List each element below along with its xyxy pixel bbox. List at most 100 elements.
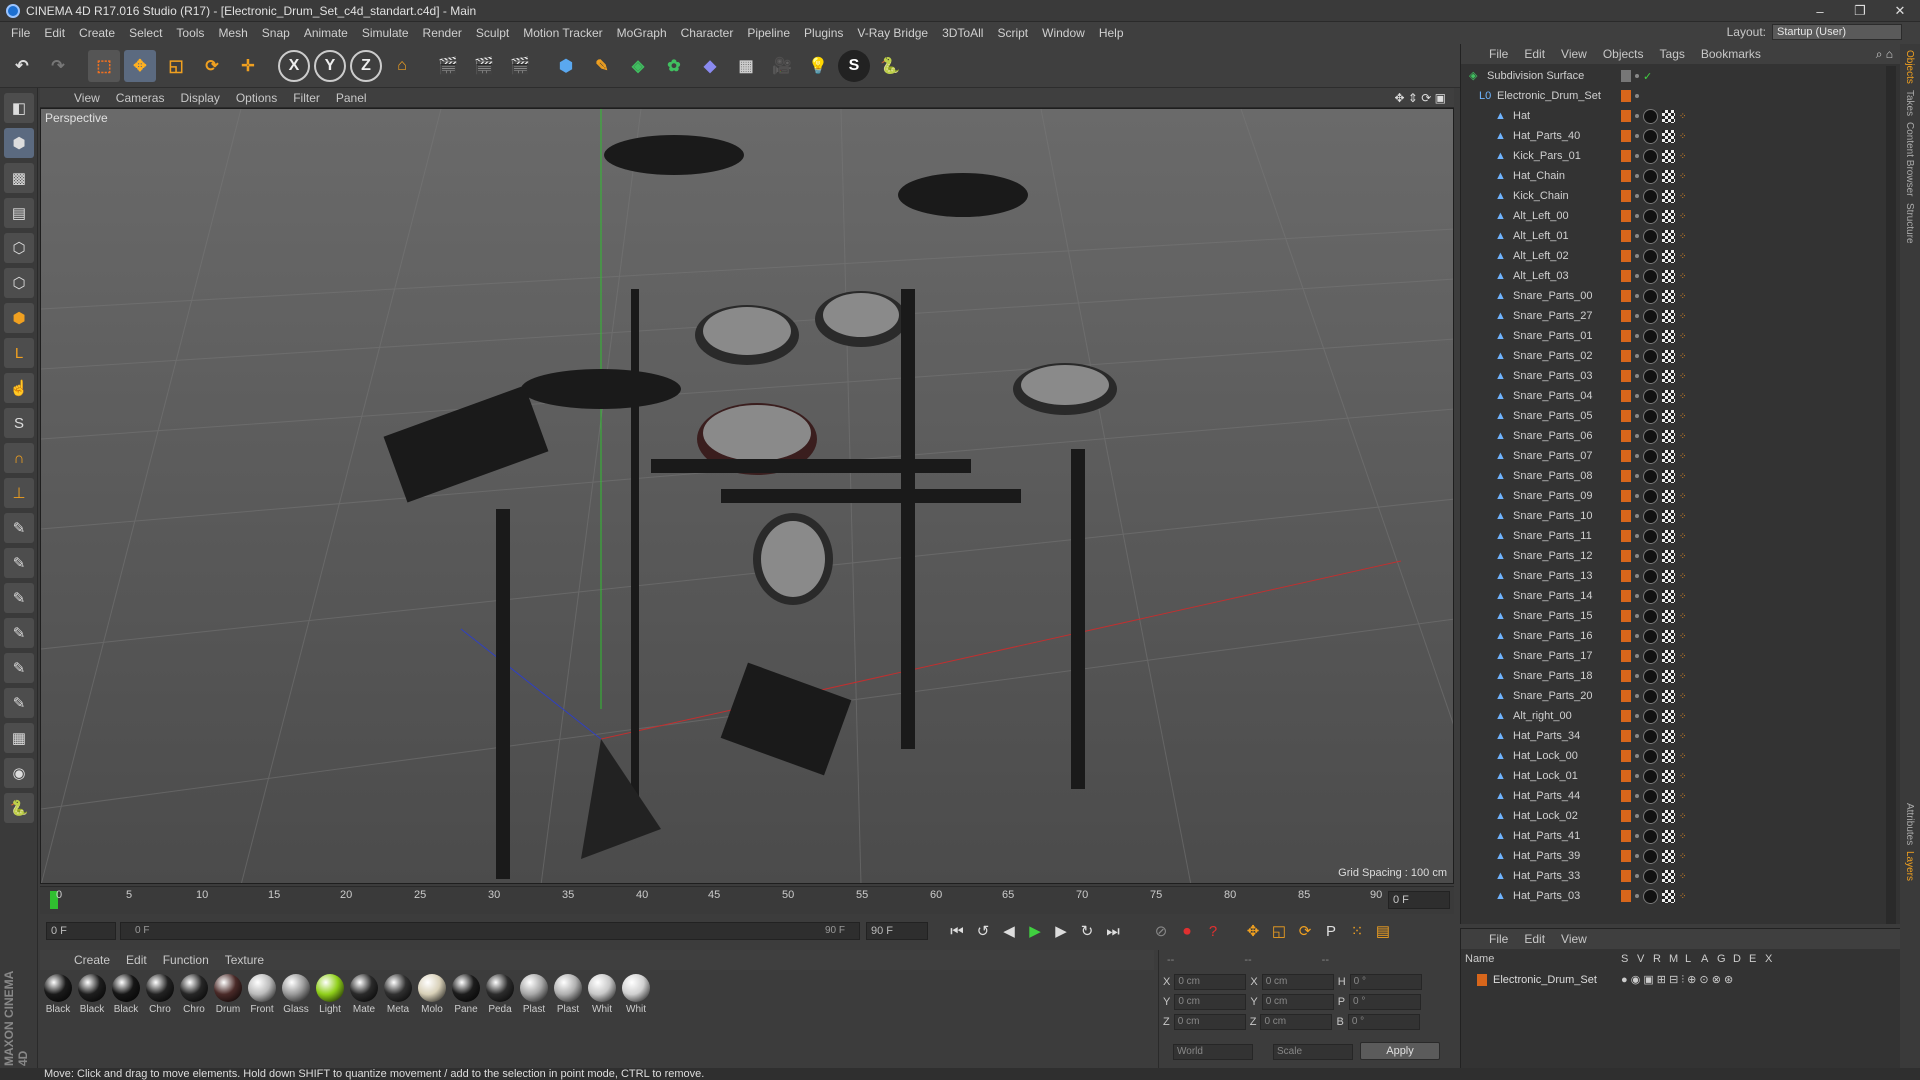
uvw-tag-icon[interactable] (1662, 309, 1675, 323)
phong-tag-icon[interactable]: ⁘ (1679, 231, 1687, 241)
visibility-dot[interactable] (1635, 334, 1639, 338)
uvw-tag-icon[interactable] (1662, 609, 1675, 623)
visibility-dot[interactable] (1635, 114, 1639, 118)
material-swatch[interactable]: Plast (518, 970, 550, 1070)
viewport-menu-view[interactable]: View (66, 91, 108, 105)
uvw-tag-icon[interactable] (1662, 749, 1675, 763)
object-row[interactable]: ▲ Hat_Parts_41 ⁘ (1461, 826, 1881, 846)
brush-tool-icon[interactable]: ✎ (4, 513, 34, 543)
uvw-tag-icon[interactable] (1662, 569, 1675, 583)
visibility-dot[interactable] (1635, 274, 1639, 278)
uvw-tag-icon[interactable] (1662, 449, 1675, 463)
side-tab-structure[interactable]: Structure (1904, 203, 1915, 244)
material-tag-icon[interactable] (1643, 388, 1658, 404)
z-position-field[interactable]: 0 cm (1173, 1014, 1246, 1030)
object-row[interactable]: ▲ Snare_Parts_01 ⁘ (1461, 326, 1881, 346)
side-tab-attributes[interactable]: Attributes (1904, 803, 1915, 845)
viewport-menu-panel[interactable]: Panel (328, 91, 375, 105)
uvw-tag-icon[interactable] (1662, 849, 1675, 863)
phong-tag-icon[interactable]: ⁘ (1679, 651, 1687, 661)
visibility-dot[interactable] (1635, 754, 1639, 758)
z-size-field[interactable]: 0 cm (1260, 1014, 1333, 1030)
render-settings-icon[interactable]: 🎬 (504, 50, 536, 82)
make-editable-icon[interactable]: ◧ (4, 93, 34, 123)
phong-tag-icon[interactable]: ⁘ (1679, 291, 1687, 301)
uvw-tag-icon[interactable] (1662, 229, 1675, 243)
undo-icon[interactable]: ↶ (6, 50, 38, 82)
phong-tag-icon[interactable]: ⁘ (1679, 111, 1687, 121)
visibility-dot[interactable] (1635, 674, 1639, 678)
viewport-menu-filter[interactable]: Filter (285, 91, 328, 105)
object-row[interactable]: ▲ Snare_Parts_27 ⁘ (1461, 306, 1881, 326)
menu-3dtoall[interactable]: 3DToAll (935, 26, 990, 40)
material-tag-icon[interactable] (1643, 448, 1658, 464)
paint-tool-icon[interactable]: ✎ (4, 548, 34, 578)
phong-tag-icon[interactable]: ⁘ (1679, 851, 1687, 861)
phong-tag-icon[interactable]: ⁘ (1679, 451, 1687, 461)
previous-frame-icon[interactable]: ◀ (996, 919, 1022, 943)
visibility-dot[interactable] (1635, 734, 1639, 738)
material-tag-icon[interactable] (1643, 368, 1658, 384)
key-pla-icon[interactable]: ⁙ (1344, 919, 1370, 943)
visibility-dot[interactable] (1635, 874, 1639, 878)
autokey-icon[interactable]: ? (1200, 919, 1226, 943)
phong-tag-icon[interactable]: ⁘ (1679, 711, 1687, 721)
next-frame-icon[interactable]: ▶ (1048, 919, 1074, 943)
object-row[interactable]: ▲ Snare_Parts_04 ⁘ (1461, 386, 1881, 406)
uvw-tag-icon[interactable] (1662, 769, 1675, 783)
layer-menu-view[interactable]: View (1553, 932, 1595, 946)
render-view-icon[interactable]: 🎬 (432, 50, 464, 82)
object-row[interactable]: ▲ Snare_Parts_00 ⁘ (1461, 286, 1881, 306)
menu-animate[interactable]: Animate (297, 26, 355, 40)
uvw-tag-icon[interactable] (1662, 269, 1675, 283)
h-rotation-field[interactable]: 0 ° (1349, 974, 1422, 990)
uvw-tag-icon[interactable] (1662, 329, 1675, 343)
object-row[interactable]: ▲ Alt_Left_03 ⁘ (1461, 266, 1881, 286)
phong-tag-icon[interactable]: ⁘ (1679, 531, 1687, 541)
visibility-dot[interactable] (1635, 294, 1639, 298)
visibility-dot[interactable] (1635, 654, 1639, 658)
material-menu-edit[interactable]: Edit (118, 953, 155, 967)
visibility-dot[interactable] (1635, 834, 1639, 838)
menu-render[interactable]: Render (416, 26, 469, 40)
phong-tag-icon[interactable]: ⁘ (1679, 151, 1687, 161)
material-swatch[interactable]: Peda (484, 970, 516, 1070)
material-tag-icon[interactable] (1643, 748, 1658, 764)
object-row[interactable]: ▲ Snare_Parts_10 ⁘ (1461, 506, 1881, 526)
phong-tag-icon[interactable]: ⁘ (1679, 331, 1687, 341)
visibility-dot[interactable] (1635, 634, 1639, 638)
visibility-dot[interactable] (1635, 794, 1639, 798)
p-rotation-field[interactable]: 0 ° (1349, 994, 1422, 1010)
visibility-dot[interactable] (1635, 854, 1639, 858)
key-rotation-icon[interactable]: ⟳ (1292, 919, 1318, 943)
object-row[interactable]: ▲ Snare_Parts_08 ⁘ (1461, 466, 1881, 486)
visibility-dot[interactable] (1635, 414, 1639, 418)
uvw-tag-icon[interactable] (1662, 589, 1675, 603)
visibility-dot[interactable] (1635, 454, 1639, 458)
material-tag-icon[interactable] (1643, 828, 1658, 844)
grid-lock-icon[interactable]: ▦ (4, 723, 34, 753)
uvw-tag-icon[interactable] (1662, 549, 1675, 563)
uvw-tag-icon[interactable] (1662, 509, 1675, 523)
uvw-tag-icon[interactable] (1662, 109, 1675, 123)
x-axis-lock-icon[interactable]: X (278, 49, 310, 82)
redo-icon[interactable]: ↷ (42, 50, 74, 82)
pin-tool-icon[interactable]: ✎ (4, 688, 34, 718)
object-row[interactable]: ◈ Subdivision Surface ✓ (1461, 66, 1881, 86)
object-row[interactable]: ▲ Hat_Parts_44 ⁘ (1461, 786, 1881, 806)
uvw-tag-icon[interactable] (1662, 209, 1675, 223)
menu-window[interactable]: Window (1035, 26, 1092, 40)
object-row[interactable]: L0 Electronic_Drum_Set (1461, 86, 1881, 106)
coordinate-system-icon[interactable]: ⌂ (386, 50, 418, 82)
menu-script[interactable]: Script (990, 26, 1035, 40)
material-menu-function[interactable]: Function (155, 953, 217, 967)
menu-mesh[interactable]: Mesh (211, 26, 254, 40)
material-tag-icon[interactable] (1643, 768, 1658, 784)
timeline-ruler[interactable]: 0 5 10 15 20 25 30 35 40 45 50 55 60 65 … (40, 886, 1454, 914)
range-slider[interactable]: 0 F 90 F (120, 922, 860, 940)
material-tag-icon[interactable] (1643, 428, 1658, 444)
visibility-dot[interactable] (1635, 714, 1639, 718)
object-row[interactable]: ▲ Hat_Parts_03 ⁘ (1461, 886, 1881, 906)
material-tag-icon[interactable] (1643, 348, 1658, 364)
material-menu-texture[interactable]: Texture (217, 953, 272, 967)
